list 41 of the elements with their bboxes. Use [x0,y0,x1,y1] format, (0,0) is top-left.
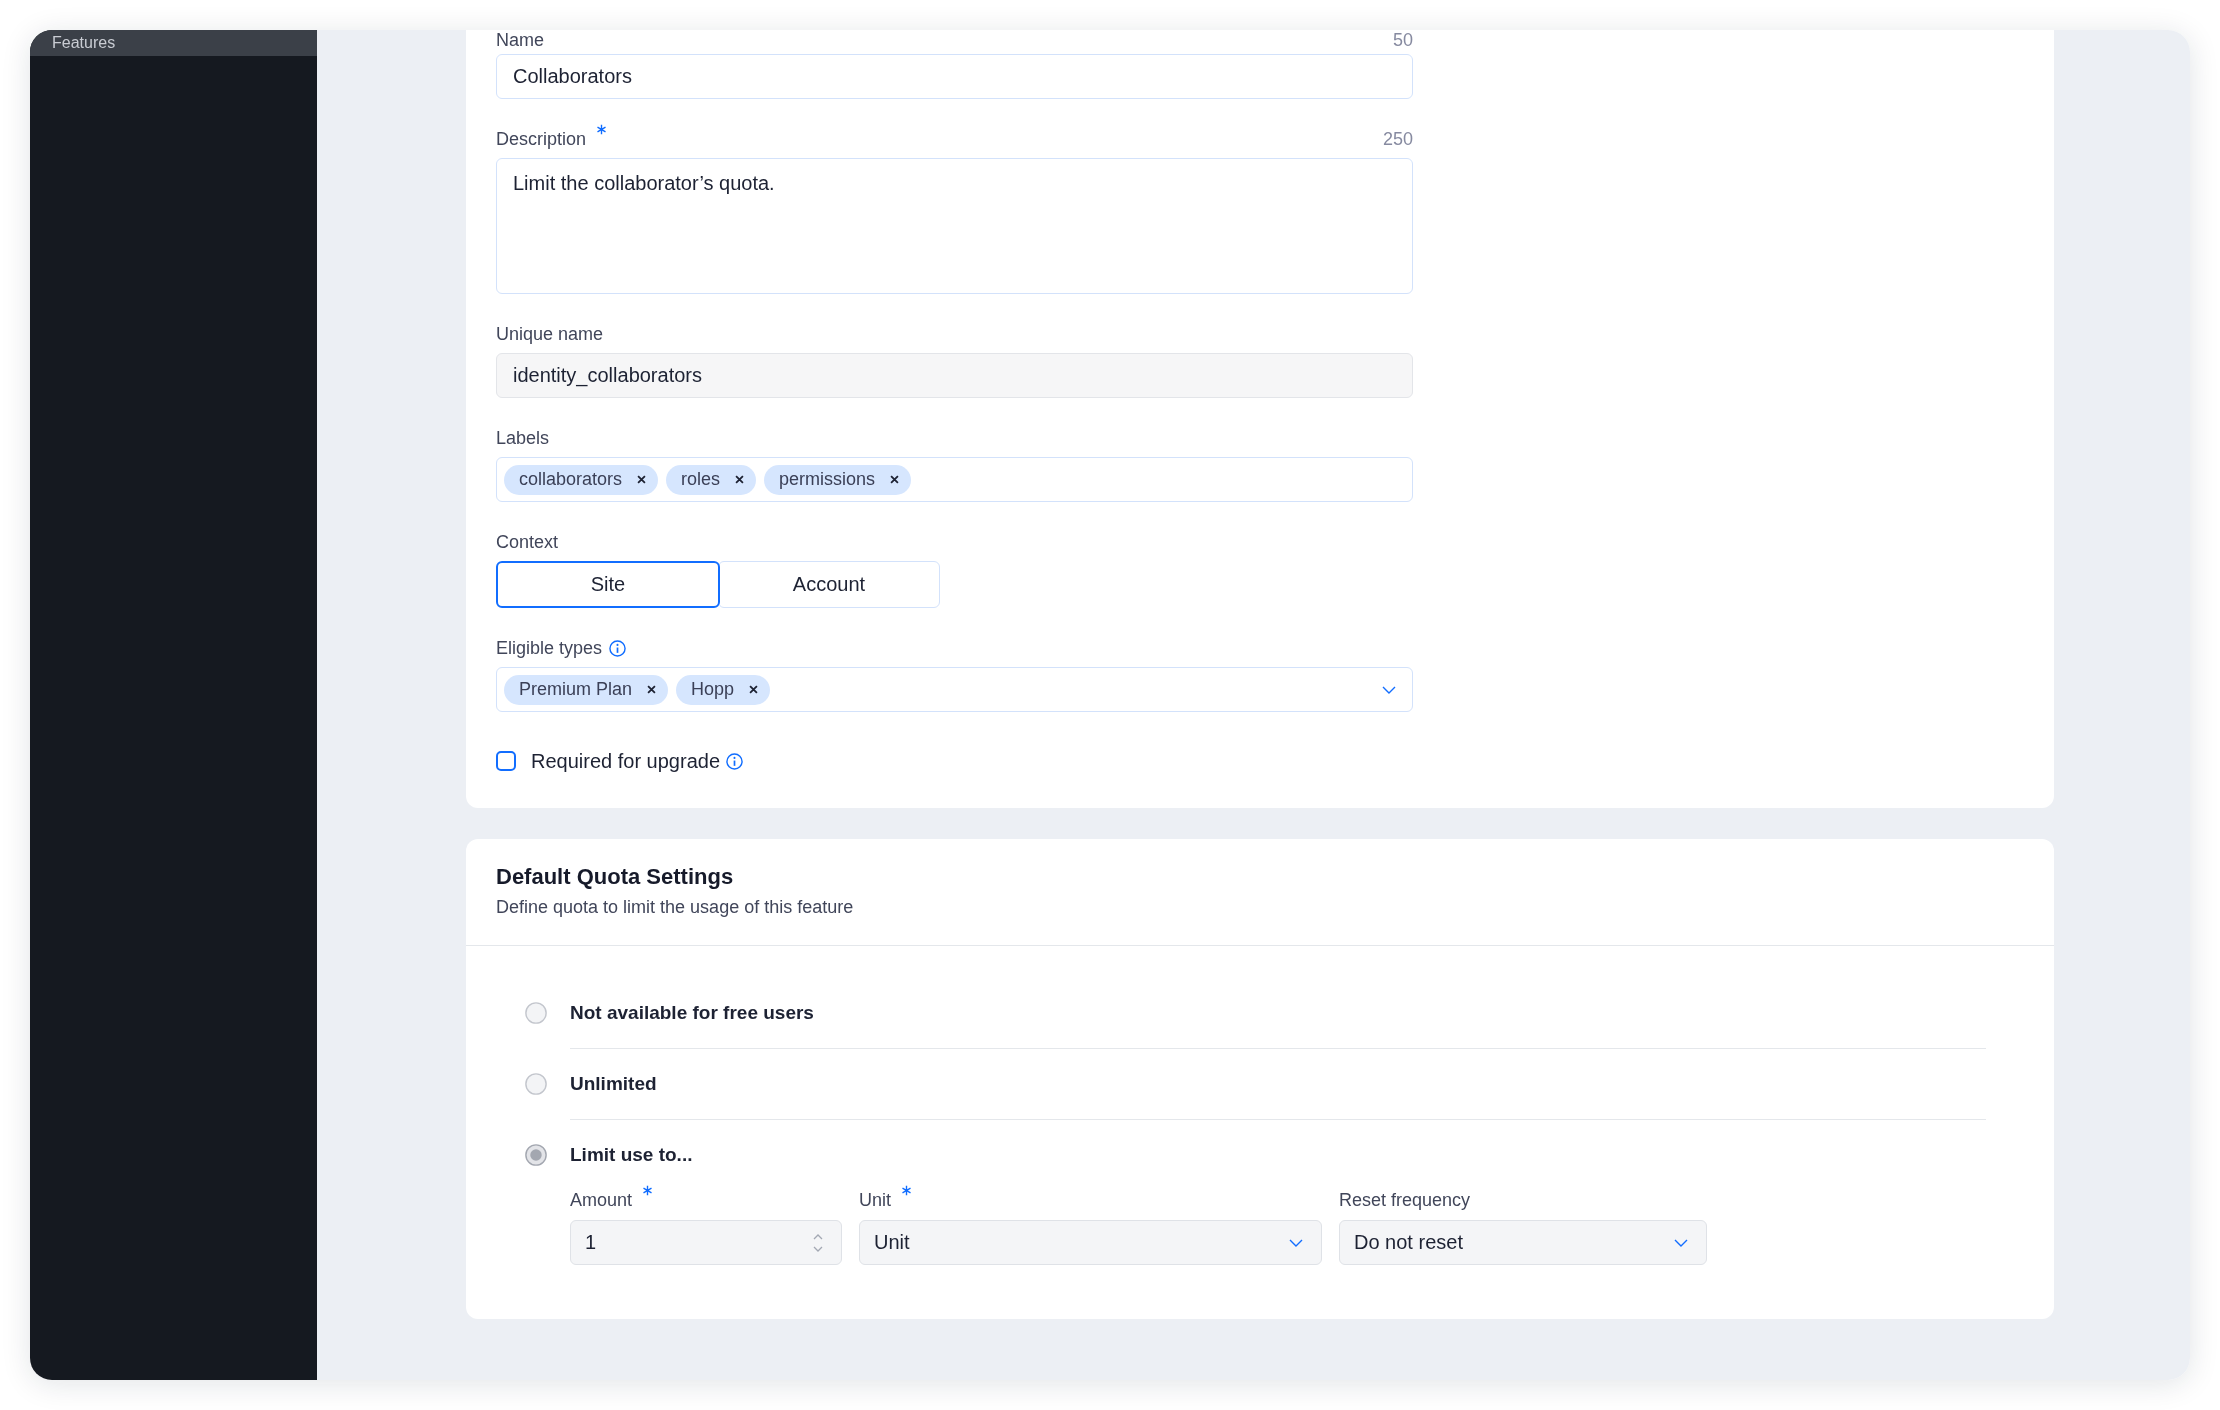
radio-label[interactable]: Unlimited [570,1073,657,1095]
info-icon[interactable] [726,752,743,770]
toggle-option[interactable]: Account [718,561,940,608]
remove-icon[interactable] [749,685,759,694]
radio-icon[interactable] [525,1144,547,1166]
info-icon[interactable] [609,639,627,657]
remove-icon[interactable] [735,475,745,484]
field-label: Labels [496,427,550,449]
checkbox[interactable] [496,751,516,771]
remove-icon[interactable] [890,475,900,484]
multi-select-field[interactable]: Premium Plan Hopp [496,667,1413,712]
toggle-option[interactable]: Site [496,561,720,608]
remove-icon[interactable] [647,685,657,694]
field-label: Unique name [496,323,604,345]
field-label: Context [496,531,559,553]
radio-icon[interactable] [525,1002,547,1024]
chevron-down-icon[interactable] [1382,685,1396,694]
field-label: Reset frequency [1339,1189,1471,1211]
field-label: Unit [859,1189,891,1211]
character-count: 250 [1382,128,1413,150]
field-label: Amount [570,1189,633,1211]
radio-label[interactable]: Limit use to... [570,1144,693,1166]
tag-label: Hopp [691,679,735,700]
remove-icon[interactable] [637,475,647,484]
character-count: 50 [1392,30,1413,51]
field-label: Eligible types [496,637,603,659]
radio-label[interactable]: Not available for free users [570,1002,814,1024]
section-subtitle: Define quota to limit the usage of this feature [496,896,855,919]
tag-label: permissions [779,469,876,490]
field-label: Description [496,128,587,150]
checkbox-label[interactable]: Required for upgrade [531,749,720,773]
textarea-field[interactable]: Limit the collaborator’s quota. [496,158,1413,294]
tag-label: roles [681,469,721,490]
tag-label: Premium Plan [519,679,633,700]
text-input[interactable]: Collaborators [496,54,1413,99]
tag-label: collaborators [519,469,623,490]
section-title: Default Quota Settings [496,863,735,891]
radio-icon[interactable] [525,1073,547,1095]
tag-input-field[interactable]: collaborators roles permissions [496,457,1413,502]
field-label: Name [496,30,544,51]
sidebar-item[interactable]: Features [30,30,317,56]
